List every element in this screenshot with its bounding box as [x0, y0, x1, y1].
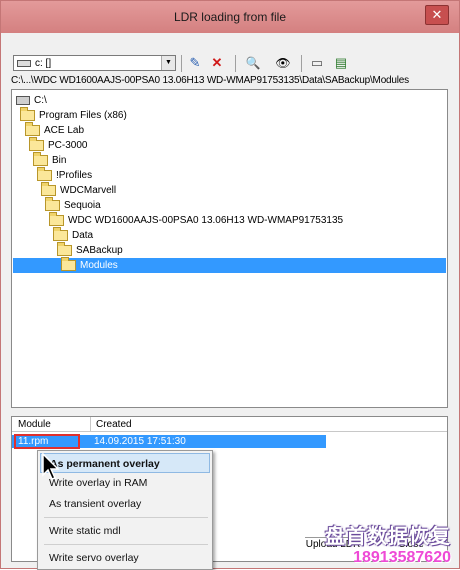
- tree-node-label: WDCMarvell: [60, 185, 117, 196]
- tree-node-bin[interactable]: Bin: [33, 152, 67, 168]
- menu-item-write-overlay-in-ram[interactable]: Write overlay in RAM: [40, 473, 210, 493]
- drive-icon: [16, 96, 30, 105]
- tree-node-sequoia[interactable]: Sequoia: [45, 197, 101, 213]
- folder-open-icon: [45, 197, 60, 211]
- file-module-cell[interactable]: 11.rpm: [14, 434, 80, 449]
- tree-node-label: Modules: [80, 260, 118, 271]
- close-window-button[interactable]: ✕: [425, 5, 449, 25]
- tree-node-pc-3000[interactable]: PC-3000: [29, 137, 88, 153]
- title-bar[interactable]: LDR loading from file ✕: [1, 1, 459, 33]
- column-header-created[interactable]: Created: [96, 419, 132, 430]
- ldr-loading-dialog: LDR loading from file ✕ c: [] ▼ ✎ ✕ 🔍 👁 …: [0, 0, 460, 570]
- folder-open-icon: [41, 182, 56, 196]
- tree-node-label: SABackup: [76, 245, 123, 256]
- tree-node-label: WDC WD1600AAJS-00PSA0 13.06H13 WD-WMAP91…: [68, 215, 344, 226]
- edit-icon[interactable]: ✎: [185, 53, 205, 73]
- menu-item-as-transient-overlay[interactable]: As transient overlay: [40, 494, 210, 514]
- file-list-header: Module Created: [12, 417, 447, 432]
- eject-icon[interactable]: ▭: [307, 53, 327, 73]
- folder-open-icon: [53, 227, 68, 241]
- folder-open-icon: [37, 167, 52, 181]
- find-icon[interactable]: 🔍: [243, 53, 263, 73]
- drive-select-value: c: []: [35, 57, 52, 69]
- table-row[interactable]: 11.rpm 14.09.2015 17:51:30: [12, 434, 326, 449]
- watermark-phone: 18913587620: [353, 549, 451, 566]
- folder-open-icon: [25, 122, 40, 136]
- column-header-module[interactable]: Module: [18, 419, 51, 430]
- tree-node-label: PC-3000: [48, 140, 88, 151]
- tree-node-data[interactable]: Data: [53, 227, 94, 243]
- folder-open-icon: [29, 137, 44, 151]
- tree-node-program-files[interactable]: Program Files (x86): [20, 107, 127, 123]
- file-created-cell: 14.09.2015 17:51:30: [94, 436, 186, 447]
- context-menu: As permanent overlay Write overlay in RA…: [37, 450, 213, 570]
- menu-separator: [44, 517, 208, 518]
- tree-node-modules[interactable]: Modules: [61, 257, 118, 273]
- toolbar: c: [] ▼ ✎ ✕ 🔍 👁 ▭ ▤: [9, 53, 453, 75]
- tree-node-label: Data: [72, 230, 94, 241]
- binoculars-icon[interactable]: 👁: [273, 53, 293, 73]
- column-divider[interactable]: [90, 417, 91, 432]
- tree-node-label: Sequoia: [64, 200, 101, 211]
- delete-icon[interactable]: ✕: [207, 53, 227, 73]
- chevron-down-icon[interactable]: ▼: [161, 56, 175, 70]
- toolbar-separator: [301, 55, 302, 72]
- toolbar-separator: [235, 55, 236, 72]
- tree-node-label: ACE Lab: [44, 125, 85, 136]
- folder-open-icon: [57, 242, 72, 256]
- menu-item-as-permanent-overlay[interactable]: As permanent overlay: [40, 453, 210, 473]
- menu-item-write-servo-overlay[interactable]: Write servo overlay: [40, 548, 210, 568]
- menu-item-write-static-mdl[interactable]: Write static mdl: [40, 521, 210, 541]
- folder-tree[interactable]: C:\ Program Files (x86) ACE Lab PC-3000 …: [11, 89, 448, 408]
- tree-node-ace-lab[interactable]: ACE Lab: [25, 122, 85, 138]
- tree-node-label: C:\: [34, 95, 47, 106]
- tree-node-label: Program Files (x86): [39, 110, 127, 121]
- tree-node-wdc-drive[interactable]: WDC WD1600AAJS-00PSA0 13.06H13 WD-WMAP91…: [49, 212, 344, 228]
- current-path: C:\...\WDC WD1600AAJS-00PSA0 13.06H13 WD…: [11, 75, 409, 86]
- mouse-cursor-icon: [42, 453, 60, 480]
- folder-open-icon: [33, 152, 48, 166]
- menu-separator: [44, 544, 208, 545]
- tree-node-c-drive[interactable]: C:\: [16, 93, 47, 108]
- window-title: LDR loading from file: [173, 10, 287, 24]
- watermark: 盘首数据恢复 18913587620: [325, 520, 451, 567]
- drive-select[interactable]: c: [] ▼: [13, 55, 176, 71]
- tree-node-label: !Profiles: [56, 170, 93, 181]
- drive-icon: [17, 59, 31, 67]
- folder-open-icon: [61, 257, 76, 271]
- folder-open-icon: [20, 107, 35, 121]
- tree-node-sabackup[interactable]: SABackup: [57, 242, 123, 258]
- toolbar-separator: [181, 55, 182, 72]
- tree-node-profiles[interactable]: !Profiles: [37, 167, 93, 183]
- tree-node-label: Bin: [52, 155, 67, 166]
- save-icon[interactable]: ▤: [331, 53, 351, 73]
- watermark-brand: 盘首数据恢复: [325, 526, 451, 548]
- tree-node-wdcmarvell[interactable]: WDCMarvell: [41, 182, 117, 198]
- folder-open-icon: [49, 212, 64, 226]
